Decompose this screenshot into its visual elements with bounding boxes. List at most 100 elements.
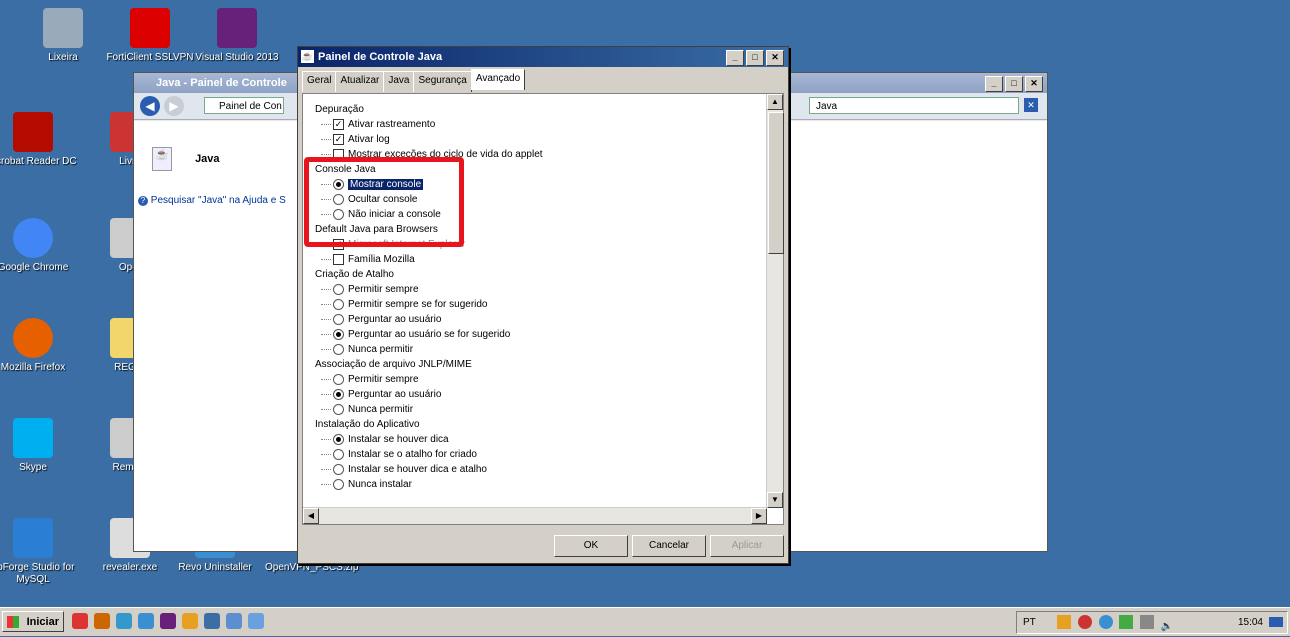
radio-button[interactable] bbox=[333, 463, 344, 475]
radio-option[interactable]: Perguntar ao usuário bbox=[315, 312, 765, 327]
checkbox-option[interactable]: ✓ Ativar log bbox=[315, 132, 765, 147]
checkbox[interactable]: ✓ bbox=[333, 133, 344, 145]
radio-option[interactable]: Nunca permitir bbox=[315, 342, 765, 357]
language-indicator[interactable]: PT bbox=[1023, 612, 1036, 633]
dialog-close-button[interactable]: ✕ bbox=[766, 50, 784, 66]
radio-option[interactable]: Perguntar ao usuário bbox=[315, 387, 765, 402]
close-button[interactable]: ✕ bbox=[1025, 76, 1043, 92]
clock[interactable]: 15:04 bbox=[1238, 612, 1263, 633]
desktop-icon[interactable]: FortiClient SSLVPN bbox=[105, 8, 195, 64]
option-label: Permitir sempre bbox=[348, 374, 419, 385]
search-icon[interactable]: ✕ bbox=[1024, 98, 1038, 112]
tray-icons: 🔈 bbox=[1057, 615, 1175, 637]
java-control-panel-dialog[interactable]: ☕ Painel de Controle Java _ □ ✕ Geral Atu… bbox=[297, 46, 789, 564]
dialog-minimize-button[interactable]: _ bbox=[726, 50, 744, 66]
radio-button[interactable] bbox=[333, 478, 344, 490]
horizontal-scrollbar[interactable]: ◀ ▶ bbox=[303, 507, 767, 524]
dialog-maximize-button[interactable]: □ bbox=[746, 50, 764, 66]
scroll-left-button[interactable]: ◀ bbox=[303, 508, 319, 524]
taskbar-app-icon[interactable] bbox=[248, 613, 264, 629]
tray-app-icon[interactable] bbox=[1119, 615, 1134, 629]
apply-button[interactable]: Aplicar bbox=[710, 535, 784, 557]
desktop-icon-label: FortiClient SSLVPN bbox=[106, 52, 194, 63]
desktop-icon[interactable]: Skype bbox=[0, 418, 78, 474]
option-label: Depuração bbox=[315, 104, 364, 115]
radio-option[interactable]: Instalar se houver dica e atalho bbox=[315, 462, 765, 477]
option-label: Família Mozilla bbox=[348, 254, 415, 265]
java-item[interactable]: ☕ Java bbox=[152, 147, 220, 171]
vertical-scrollbar[interactable]: ▲ ▼ bbox=[766, 94, 784, 508]
taskbar-app-icon[interactable] bbox=[116, 613, 132, 629]
taskbar-app-icon[interactable] bbox=[72, 613, 88, 629]
radio-option[interactable]: Instalar se houver dica bbox=[315, 432, 765, 447]
radio-option[interactable]: Perguntar ao usuário se for sugerido bbox=[315, 327, 765, 342]
volume-icon[interactable]: 🔈 bbox=[1161, 616, 1175, 632]
desktop-icon-label: Revo Uninstaller bbox=[178, 562, 252, 573]
highlight-box bbox=[304, 157, 464, 247]
dialog-titlebar[interactable]: ☕ Painel de Controle Java _ □ ✕ bbox=[298, 47, 788, 67]
tab-segurança[interactable]: Segurança bbox=[413, 71, 472, 92]
back-button[interactable]: ◀ bbox=[140, 96, 160, 116]
search-input[interactable]: Java bbox=[809, 97, 1019, 114]
radio-option[interactable]: Permitir sempre bbox=[315, 372, 765, 387]
radio-button[interactable] bbox=[333, 328, 344, 340]
radio-button[interactable] bbox=[333, 433, 344, 445]
taskbar-app-icon[interactable] bbox=[204, 613, 220, 629]
tab-avançado[interactable]: Avançado bbox=[470, 69, 526, 90]
radio-button[interactable] bbox=[333, 448, 344, 460]
ok-button[interactable]: OK bbox=[554, 535, 628, 557]
tab-java[interactable]: Java bbox=[383, 71, 415, 92]
taskbar-app-icon[interactable] bbox=[160, 613, 176, 629]
minimize-button[interactable]: _ bbox=[985, 76, 1003, 92]
taskbar-app-icon[interactable] bbox=[94, 613, 110, 629]
show-desktop-icon[interactable] bbox=[1269, 617, 1283, 627]
radio-button[interactable] bbox=[333, 388, 344, 400]
scroll-thumb[interactable] bbox=[768, 112, 784, 254]
tray-app-icon[interactable] bbox=[1140, 615, 1155, 629]
radio-button[interactable] bbox=[333, 403, 344, 415]
checkbox-option[interactable]: Família Mozilla bbox=[315, 252, 765, 267]
scroll-up-button[interactable]: ▲ bbox=[767, 94, 783, 110]
radio-option[interactable]: Permitir sempre bbox=[315, 282, 765, 297]
desktop-icon[interactable]: Visual Studio 2013 bbox=[192, 8, 282, 64]
taskbar-app-icon[interactable] bbox=[138, 613, 154, 629]
maximize-button[interactable]: □ bbox=[1005, 76, 1023, 92]
radio-button[interactable] bbox=[333, 313, 344, 325]
tab-atualizar[interactable]: Atualizar bbox=[335, 71, 385, 92]
forward-button[interactable]: ▶ bbox=[164, 96, 184, 116]
option-label: Perguntar ao usuário se for sugerido bbox=[348, 329, 511, 340]
radio-option[interactable]: Nunca permitir bbox=[315, 402, 765, 417]
taskbar-app-icon[interactable] bbox=[182, 613, 198, 629]
desktop-icon[interactable]: Acrobat Reader DC bbox=[0, 112, 78, 168]
desktop-icon[interactable]: Lixeira bbox=[18, 8, 108, 64]
taskbar-app-icon[interactable] bbox=[226, 613, 242, 629]
tray-app-icon[interactable] bbox=[1098, 615, 1113, 629]
radio-button[interactable] bbox=[333, 343, 344, 355]
help-link[interactable]: ? Pesquisar "Java" na Ajuda e S bbox=[138, 195, 286, 206]
desktop-icon-label: revealer.exe bbox=[102, 562, 158, 573]
address-field[interactable]: Painel de Con bbox=[204, 97, 284, 114]
tab-geral[interactable]: Geral bbox=[302, 71, 337, 92]
desktop-icon[interactable]: dbForge Studio for MySQL bbox=[0, 518, 78, 586]
option-label: Permitir sempre bbox=[348, 284, 419, 295]
desktop-icon[interactable]: Mozilla Firefox bbox=[0, 318, 78, 374]
checkbox-option[interactable]: ✓ Ativar rastreamento bbox=[315, 117, 765, 132]
scroll-right-button[interactable]: ▶ bbox=[751, 508, 767, 524]
start-button[interactable]: Iniciar bbox=[2, 611, 64, 632]
checkbox[interactable]: ✓ bbox=[333, 118, 344, 130]
checkbox[interactable] bbox=[333, 253, 344, 265]
dbforge-icon bbox=[13, 518, 53, 558]
java-icon: ☕ bbox=[152, 147, 172, 171]
tray-app-icon[interactable] bbox=[1077, 615, 1092, 629]
radio-button[interactable] bbox=[333, 373, 344, 385]
scroll-down-button[interactable]: ▼ bbox=[767, 492, 783, 508]
radio-button[interactable] bbox=[333, 283, 344, 295]
desktop-icon[interactable]: Google Chrome bbox=[0, 218, 78, 274]
radio-option[interactable]: Permitir sempre se for sugerido bbox=[315, 297, 765, 312]
tray-app-icon[interactable] bbox=[1057, 615, 1071, 629]
cancel-button[interactable]: Cancelar bbox=[632, 535, 706, 557]
radio-option[interactable]: Nunca instalar bbox=[315, 477, 765, 492]
radio-option[interactable]: Instalar se o atalho for criado bbox=[315, 447, 765, 462]
radio-button[interactable] bbox=[333, 298, 344, 310]
help-icon: ? bbox=[138, 196, 148, 206]
